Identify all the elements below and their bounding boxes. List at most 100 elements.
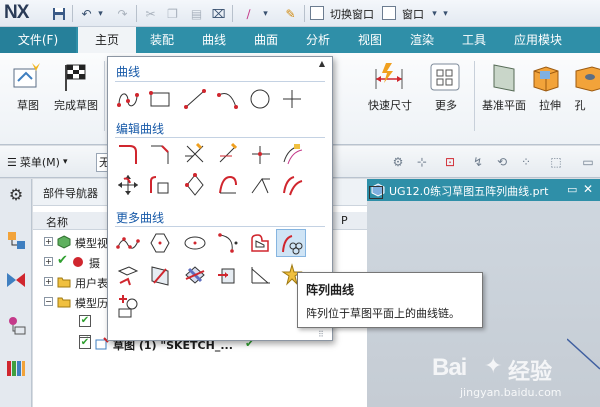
assembly-navigator-icon[interactable] bbox=[5, 269, 27, 291]
watermark-url: jingyan.baidu.com bbox=[460, 386, 562, 399]
move-icon[interactable]: ↯ bbox=[470, 154, 486, 170]
move-curve-icon[interactable] bbox=[116, 173, 140, 197]
sketch-icon bbox=[13, 63, 40, 88]
collapse-icon[interactable]: − bbox=[44, 297, 53, 306]
offset-shape-icon[interactable] bbox=[248, 231, 272, 255]
column-name-header[interactable]: 名称 bbox=[46, 214, 68, 230]
tree-row-label: 摄 bbox=[89, 257, 100, 270]
tab-surface[interactable]: 曲面 bbox=[244, 27, 288, 53]
intersect-curve-icon[interactable] bbox=[183, 263, 207, 287]
quick-dimension-button[interactable]: 快速尺寸 bbox=[364, 57, 418, 131]
tab-file[interactable]: 文件(F) bbox=[0, 27, 76, 53]
tab-close-icon[interactable]: ✕ bbox=[583, 182, 593, 196]
curve-dropdown-icon[interactable]: ▾ bbox=[257, 5, 274, 22]
ribbon-tab-bar: 文件(F) 主页 装配 曲线 曲面 分析 视图 渲染 工具 应用模块 bbox=[0, 27, 600, 54]
tab-analysis[interactable]: 分析 bbox=[296, 27, 340, 53]
navigator-pin-icon[interactable] bbox=[369, 186, 383, 199]
tab-applications[interactable]: 应用模块 bbox=[506, 27, 570, 53]
checkbox-icon[interactable]: ✔ bbox=[79, 337, 91, 349]
section-title-edit-curve: 编辑曲线 bbox=[116, 122, 165, 136]
intersection-point-icon[interactable] bbox=[248, 263, 272, 287]
tab-render[interactable]: 渲染 bbox=[400, 27, 444, 53]
rotate-icon[interactable]: ⟲ bbox=[494, 154, 510, 170]
finish-sketch-button[interactable]: 完成草图 bbox=[50, 57, 102, 131]
menu-label: 菜单(M) bbox=[19, 156, 60, 169]
offset-move-icon[interactable] bbox=[280, 142, 304, 166]
offset-curve-icon[interactable] bbox=[148, 173, 172, 197]
constraint-navigator-icon[interactable] bbox=[5, 315, 27, 337]
column-p-header[interactable]: P bbox=[341, 214, 348, 227]
tab-assembly[interactable]: 装配 bbox=[140, 27, 184, 53]
add-existing-icon[interactable] bbox=[216, 263, 240, 287]
filter-icon[interactable]: ⊹ bbox=[414, 154, 430, 170]
scroll-up-icon[interactable]: ▲ bbox=[316, 59, 328, 69]
polygon-icon[interactable] bbox=[148, 231, 172, 255]
fillet-icon[interactable] bbox=[116, 142, 140, 166]
paste-icon[interactable]: ▤ bbox=[188, 5, 205, 22]
graphics-tab[interactable]: UG12.0练习草图五阵列曲线.prt ▭ ✕ bbox=[367, 179, 600, 201]
tab-tools[interactable]: 工具 bbox=[452, 27, 496, 53]
tab-home[interactable]: 主页 bbox=[78, 27, 136, 54]
quick-trim-icon[interactable] bbox=[183, 142, 207, 166]
checkbox-icon[interactable]: ✔ bbox=[79, 315, 91, 327]
section-title-more-curves: 更多曲线 bbox=[116, 211, 165, 225]
sketch-button[interactable]: 草图 bbox=[2, 57, 54, 131]
undo-dropdown-icon[interactable]: ▾ bbox=[92, 5, 109, 22]
save-icon[interactable] bbox=[50, 5, 67, 22]
tab-curve[interactable]: 曲线 bbox=[192, 27, 236, 53]
check-icon: ✔ bbox=[57, 253, 68, 268]
extrude-button[interactable]: 拉伸 bbox=[524, 57, 568, 131]
resize-icon[interactable] bbox=[183, 173, 207, 197]
mirror-curve-icon[interactable] bbox=[280, 173, 304, 197]
copy-icon[interactable]: ❐ bbox=[164, 5, 181, 22]
expand-icon[interactable]: + bbox=[44, 257, 53, 266]
switch-window-button[interactable]: 切换窗口 bbox=[330, 6, 374, 22]
redo-icon[interactable]: ↷ bbox=[114, 5, 131, 22]
delete-icon[interactable]: ⌧ bbox=[210, 5, 227, 22]
qat-customize-icon[interactable]: ▾ bbox=[437, 5, 454, 22]
settings-gear-icon[interactable]: ⚙ bbox=[5, 185, 27, 207]
tab-view[interactable]: 视图 bbox=[348, 27, 392, 53]
quick-access-toolbar: NX ↶ ▾ ↷ ✂ ❐ ▤ ⌧ ∕ ▾ ✎ 切换窗口 窗口 ▾ ▾ bbox=[0, 0, 600, 27]
select-mode-icon[interactable]: ⚙ bbox=[390, 154, 406, 170]
repeat-command-icon[interactable]: ✎ bbox=[282, 5, 299, 22]
menu-button[interactable]: ☰ 菜单(M) ▾ bbox=[7, 153, 67, 171]
circle-icon[interactable] bbox=[248, 87, 272, 111]
derived-line-icon[interactable] bbox=[148, 263, 172, 287]
rect-circle-icon[interactable] bbox=[116, 295, 140, 319]
point-icon[interactable] bbox=[280, 87, 304, 111]
reuse-library-icon[interactable] bbox=[5, 357, 27, 379]
cut-icon[interactable]: ✂ bbox=[142, 5, 159, 22]
hole-button[interactable]: 孔 bbox=[572, 57, 600, 131]
studio-spline-icon[interactable] bbox=[116, 231, 140, 255]
box-select-icon[interactable]: ⬚ bbox=[548, 154, 564, 170]
part-navigator-icon[interactable] bbox=[5, 229, 27, 251]
curve-tool-icon[interactable]: ∕ bbox=[240, 5, 257, 22]
switch-window-icon[interactable] bbox=[310, 6, 324, 20]
snap-point-icon[interactable]: ⊡ bbox=[442, 154, 458, 170]
window-icon[interactable] bbox=[382, 6, 396, 20]
rectangle-icon[interactable] bbox=[148, 87, 172, 111]
conic-icon[interactable] bbox=[216, 231, 240, 255]
chamfer-icon[interactable] bbox=[148, 142, 172, 166]
scatter-select-icon[interactable]: ⁘ bbox=[518, 154, 534, 170]
project-curve-icon[interactable] bbox=[116, 263, 140, 287]
baidu-watermark: Bai ✦ 经验 jingyan.baidu.com bbox=[432, 350, 592, 402]
expand-icon[interactable]: + bbox=[44, 277, 53, 286]
ellipse-icon[interactable] bbox=[183, 231, 207, 255]
line-icon[interactable] bbox=[183, 87, 207, 111]
make-corner-icon[interactable] bbox=[248, 142, 272, 166]
arc-3pt-icon[interactable] bbox=[216, 87, 240, 111]
delete-curve-icon[interactable] bbox=[216, 173, 240, 197]
more-button[interactable]: 更多 bbox=[420, 57, 472, 131]
expand-icon[interactable]: + bbox=[44, 237, 53, 246]
resize-grip-icon[interactable]: ⠿ bbox=[318, 330, 328, 339]
pattern-curve-icon[interactable] bbox=[276, 229, 306, 257]
view-icon[interactable]: ▭ bbox=[580, 154, 596, 170]
quick-extend-icon[interactable] bbox=[216, 142, 240, 166]
arc-curve-icon[interactable] bbox=[116, 87, 140, 111]
tab-restore-icon[interactable]: ▭ bbox=[567, 183, 577, 196]
window-menu-button[interactable]: 窗口 bbox=[402, 6, 424, 22]
watermark-brand2: 经验 bbox=[508, 360, 553, 385]
corner-icon[interactable] bbox=[248, 173, 272, 197]
